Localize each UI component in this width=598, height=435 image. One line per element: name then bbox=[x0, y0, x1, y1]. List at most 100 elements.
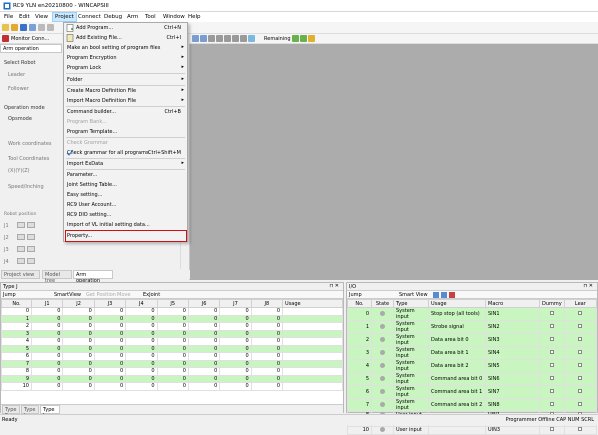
cell-j1[interactable]: 0 bbox=[30, 322, 64, 331]
toolbar-icon-11[interactable] bbox=[308, 35, 315, 42]
cell-j1[interactable]: 0 bbox=[30, 352, 64, 361]
cell-usage[interactable] bbox=[428, 426, 486, 435]
io-state-led-icon[interactable] bbox=[380, 350, 385, 355]
cell-usage[interactable] bbox=[282, 307, 343, 316]
jump-label[interactable]: Jump bbox=[3, 292, 16, 298]
menu-edit[interactable]: Edit bbox=[19, 14, 30, 20]
cell-lear[interactable] bbox=[563, 385, 598, 399]
cell-usage[interactable]: Data area bit 0 bbox=[428, 333, 486, 347]
lear-checkbox[interactable] bbox=[578, 363, 583, 367]
cell-j4[interactable]: 0 bbox=[125, 337, 158, 346]
cell-j6[interactable]: 0 bbox=[187, 352, 221, 361]
menu-tool[interactable]: Tool bbox=[145, 14, 156, 20]
table-row[interactable]: 900000000 bbox=[1, 374, 343, 383]
cell-usage[interactable]: Data area bit 2 bbox=[428, 359, 486, 373]
dummy-checkbox[interactable] bbox=[549, 427, 554, 432]
cell-lear[interactable] bbox=[563, 320, 598, 334]
cell-j1[interactable]: 0 bbox=[30, 307, 64, 316]
cell-j5[interactable]: 0 bbox=[156, 322, 189, 331]
lear-checkbox[interactable] bbox=[578, 427, 583, 432]
cell-state[interactable] bbox=[371, 385, 394, 399]
cell-j7[interactable]: 0 bbox=[219, 322, 252, 331]
cell-usage[interactable] bbox=[282, 382, 343, 391]
table-row[interactable]: 7 System input Command area bit 2 SIN8 bbox=[347, 398, 598, 412]
menu-arm[interactable]: Arm bbox=[127, 14, 138, 20]
menu-view[interactable]: View bbox=[35, 14, 48, 20]
table-row[interactable]: 6 System input Command area bit 1 SIN7 bbox=[347, 385, 598, 399]
toolbar-icon-8[interactable] bbox=[248, 35, 255, 42]
cell-j2[interactable]: 0 bbox=[62, 322, 95, 331]
cell-state[interactable] bbox=[371, 333, 394, 347]
menu-program-template[interactable]: Program Template... bbox=[64, 127, 187, 137]
jog-minus-j4[interactable] bbox=[17, 258, 25, 264]
jog-plus-j4[interactable] bbox=[27, 258, 35, 264]
jog-plus-j2[interactable] bbox=[27, 234, 35, 240]
toolbar-icon-2[interactable] bbox=[200, 35, 207, 42]
cell-j3[interactable]: 0 bbox=[93, 382, 127, 391]
menu-project[interactable]: Project bbox=[52, 12, 77, 22]
cut-icon[interactable] bbox=[38, 24, 45, 31]
col-j4[interactable]: J4 bbox=[125, 299, 158, 308]
cell-j6[interactable]: 0 bbox=[187, 367, 221, 376]
table-row[interactable]: 10 0 0 0 0 0 0 0 0 bbox=[1, 382, 343, 391]
move-button[interactable]: Move bbox=[117, 292, 130, 298]
col-j1[interactable]: J1 bbox=[30, 299, 64, 308]
get-position-button[interactable]: Get Position bbox=[86, 292, 116, 298]
tab-type-j[interactable]: Type J bbox=[40, 405, 60, 419]
tab-arm-operation[interactable]: Arm operation bbox=[73, 270, 113, 284]
cell-usage[interactable]: Strobe signal bbox=[428, 320, 486, 334]
cell-j2[interactable]: 0 bbox=[62, 307, 95, 316]
dummy-checkbox[interactable] bbox=[549, 311, 554, 315]
cell-j6[interactable]: 0 bbox=[187, 374, 221, 383]
io-state-led-icon[interactable] bbox=[380, 337, 385, 342]
follower-label[interactable]: Follower bbox=[8, 86, 29, 92]
table-row[interactable]: 100000000 bbox=[1, 314, 343, 323]
cell-j4[interactable]: 0 bbox=[125, 352, 158, 361]
lear-checkbox[interactable] bbox=[578, 311, 583, 315]
table-row[interactable]: 400000000 bbox=[1, 337, 343, 346]
cell-j4[interactable]: 0 bbox=[125, 374, 158, 383]
cell-j6[interactable]: 0 bbox=[187, 314, 221, 323]
menu-bool-setting[interactable]: Make an bool setting of program files ▸ bbox=[64, 43, 187, 53]
cell-dummy[interactable] bbox=[539, 372, 565, 386]
menu-check-grammar-all[interactable]: Check grammar for all programs Ctrl+Shift… bbox=[64, 148, 187, 158]
cell-j8[interactable]: 0 bbox=[250, 382, 284, 391]
cell-j3[interactable]: 0 bbox=[93, 337, 127, 346]
col-j8[interactable]: J8 bbox=[250, 299, 284, 308]
cell-j4[interactable]: 0 bbox=[125, 382, 158, 391]
menu-folder[interactable]: Folder ▸ bbox=[64, 75, 187, 85]
menu-parameter[interactable]: Parameter... bbox=[64, 170, 187, 180]
cell-lear[interactable] bbox=[563, 398, 598, 412]
menu-create-macro-definition[interactable]: Create Macro Definition File ▸ bbox=[64, 86, 187, 96]
table-row[interactable]: 200000000 bbox=[1, 322, 343, 331]
cell-j7[interactable]: 0 bbox=[219, 329, 252, 338]
menu-window[interactable]: Window bbox=[163, 14, 185, 20]
cell-j5[interactable]: 0 bbox=[156, 314, 189, 323]
io-smartview-button[interactable]: Smart View bbox=[399, 292, 428, 298]
cell-j2[interactable]: 0 bbox=[62, 374, 95, 383]
jog-minus-j3[interactable] bbox=[17, 246, 25, 252]
cell-state[interactable] bbox=[371, 426, 394, 435]
menu-import-macro-definition[interactable]: Import Macro Definition File ▸ bbox=[64, 96, 187, 106]
cell-usage[interactable] bbox=[282, 314, 343, 323]
table-row[interactable]: 600000000 bbox=[1, 352, 343, 361]
menu-rc9-dio-setting[interactable]: RC9 DIO setting... bbox=[64, 210, 187, 220]
cell-j8[interactable]: 0 bbox=[250, 322, 284, 331]
jog-minus-j2[interactable] bbox=[17, 234, 25, 240]
menu-easy-setting[interactable]: Easy setting... bbox=[64, 190, 187, 200]
cell-j2[interactable]: 0 bbox=[62, 344, 95, 353]
cell-j1[interactable]: 0 bbox=[30, 344, 64, 353]
cell-usage[interactable] bbox=[282, 329, 343, 338]
cell-state[interactable] bbox=[371, 372, 394, 386]
cell-usage[interactable]: Data area bit 1 bbox=[428, 346, 486, 360]
io-state-led-icon[interactable] bbox=[380, 324, 385, 329]
table-row[interactable]: 3 System input Data area bit 1 SIN4 bbox=[347, 346, 598, 360]
cell-j1[interactable]: 0 bbox=[30, 367, 64, 376]
tab-project-view[interactable]: Project view bbox=[1, 270, 40, 279]
menu-debug[interactable]: Debug bbox=[104, 14, 122, 20]
cell-lear[interactable] bbox=[563, 333, 598, 347]
toolbar-icon-6[interactable] bbox=[232, 35, 239, 42]
cell-j2[interactable]: 0 bbox=[62, 382, 95, 391]
cell-usage[interactable]: Command area bit 1 bbox=[428, 385, 486, 399]
col-j6[interactable]: J6 bbox=[187, 299, 221, 308]
